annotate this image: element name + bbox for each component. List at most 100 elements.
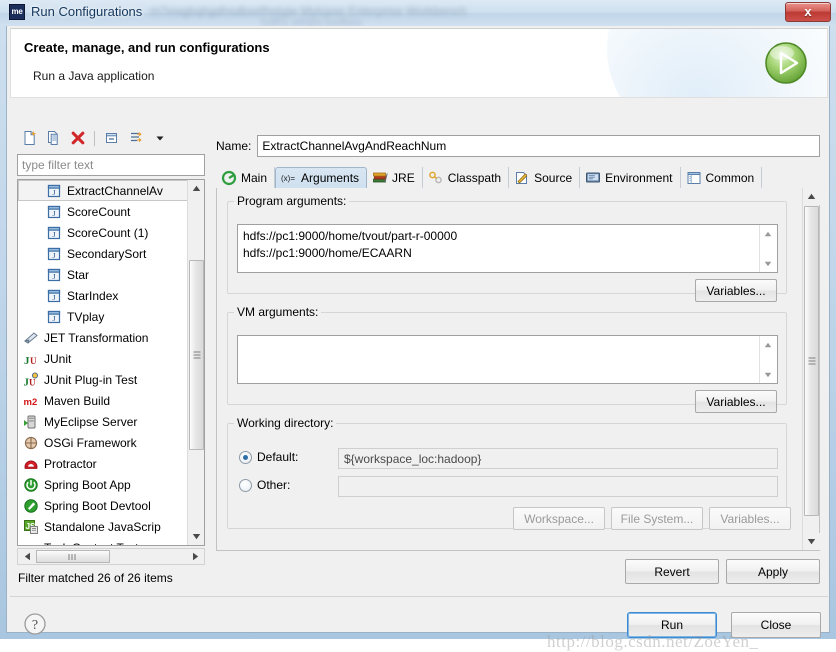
tree-item-tvplay[interactable]: J TVplay [18, 306, 188, 327]
scroll-down-arrow-icon[interactable] [760, 256, 776, 271]
tree-item-junit-plug-in-test[interactable]: JUJUnit Plug-in Test [18, 369, 188, 390]
configuration-name-input[interactable] [257, 135, 820, 157]
duplicate-configuration-icon[interactable] [43, 128, 64, 149]
spring-boot-icon [23, 477, 39, 493]
tab-classpath[interactable]: Classpath [423, 167, 509, 188]
delete-configuration-icon[interactable] [67, 128, 88, 149]
search-input[interactable] [17, 154, 205, 176]
java-launch-icon: J [46, 183, 62, 199]
window-title: Run Configurations [31, 4, 142, 19]
tab-label: Environment [605, 171, 672, 185]
tab-main[interactable]: Main [216, 167, 275, 188]
scroll-up-arrow-icon[interactable] [760, 337, 776, 352]
svg-text:J: J [53, 314, 56, 323]
tree-item-secondarysort[interactable]: JSecondarySort [18, 243, 188, 264]
tree-item-starindex[interactable]: JStarIndex [18, 285, 188, 306]
working-directory-other-row[interactable]: Other: [239, 478, 290, 492]
tree-item-protractor[interactable]: Protractor [18, 453, 188, 474]
svg-text:J: J [53, 209, 56, 218]
tree-item-star[interactable]: JStar [18, 264, 188, 285]
footer-divider [10, 596, 828, 597]
configuration-tabs: Main (x)=Arguments JRE ClasspathSource Envir… [216, 167, 820, 189]
tab-label: Main [241, 171, 267, 185]
tree-item-extractchannelav[interactable]: JExtractChannelAv [18, 180, 188, 201]
filter-configuration-icon[interactable] [125, 128, 146, 149]
run-play-icon [762, 39, 810, 87]
tab-jre[interactable]: JRE [367, 167, 423, 188]
working-directory-default-row[interactable]: Default: [239, 450, 298, 464]
tree-item-task-context-test[interactable]: JUTask Context Test [18, 537, 188, 545]
tab-label: Arguments [301, 171, 359, 185]
view-menu-chevron-icon[interactable] [149, 128, 170, 149]
tree-horizontal-scrollbar[interactable] [17, 548, 205, 565]
tree-item-scorecount[interactable]: JScoreCount [18, 201, 188, 222]
tab-arguments[interactable]: (x)=Arguments [275, 167, 367, 188]
tab-source[interactable]: Source [509, 167, 580, 188]
tree-scrollbar-thumb[interactable] [189, 260, 204, 450]
content-vertical-scrollbar[interactable] [802, 188, 819, 550]
vm-arguments-scrollbar[interactable] [759, 336, 776, 383]
horizontal-scrollbar-thumb[interactable] [36, 550, 110, 563]
tree-item-myeclipse-server[interactable]: MyEclipse Server [18, 411, 188, 432]
tree-item-spring-boot-app[interactable]: Spring Boot App [18, 474, 188, 495]
scroll-down-arrow-icon[interactable] [803, 533, 820, 550]
new-configuration-icon[interactable] [19, 128, 40, 149]
scroll-down-arrow-icon[interactable] [760, 367, 776, 382]
apply-button[interactable]: Apply [726, 559, 820, 584]
tree-item-spring-boot-devtool[interactable]: Spring Boot Devtool [18, 495, 188, 516]
program-arguments-scrollbar[interactable] [759, 225, 776, 272]
scrollbar-grip-icon [69, 554, 78, 560]
tree-vertical-scrollbar[interactable] [187, 180, 204, 545]
revert-button[interactable]: Revert [625, 559, 719, 584]
scroll-left-arrow-icon[interactable] [19, 549, 35, 564]
environment-tab-icon [585, 170, 601, 185]
working-directory-variables-button[interactable]: Variables... [709, 507, 791, 530]
file-system-button[interactable]: File System... [611, 507, 703, 530]
tree-item-osgi-framework[interactable]: OSGi Framework [18, 432, 188, 453]
scroll-up-arrow-icon[interactable] [760, 226, 776, 241]
scroll-right-arrow-icon[interactable] [187, 549, 203, 564]
tab-common[interactable]: Common [681, 167, 763, 188]
close-button[interactable]: Close [731, 612, 821, 638]
scroll-down-arrow-icon[interactable] [188, 528, 205, 545]
other-radio-button[interactable] [239, 479, 252, 492]
svg-text:J: J [53, 188, 56, 197]
vm-arguments-textarea[interactable] [237, 335, 778, 384]
svg-text:?: ? [32, 618, 38, 633]
tree-item-label: Maven Build [44, 394, 110, 408]
tree-item-label: TVplay [67, 310, 104, 324]
scroll-up-arrow-icon[interactable] [188, 180, 205, 197]
program-arguments-variables-button[interactable]: Variables... [695, 279, 777, 302]
tree-item-label: JET Transformation [44, 331, 148, 345]
default-radio-button[interactable] [239, 451, 252, 464]
window-close-button[interactable]: x [785, 2, 831, 22]
content-scroll-viewport: Program arguments: hdfs://pc1:9000/home/… [217, 188, 803, 549]
dialog-heading: Create, manage, and run configurations [24, 40, 270, 55]
svg-text:J: J [53, 293, 56, 302]
working-directory-other-input[interactable] [338, 476, 778, 497]
svg-text:m2: m2 [24, 397, 38, 408]
help-question-icon[interactable]: ? [23, 612, 47, 636]
tree-item-scorecount-1[interactable]: JScoreCount (1) [18, 222, 188, 243]
tab-label: JRE [392, 171, 415, 185]
vm-arguments-variables-button[interactable]: Variables... [695, 390, 777, 413]
workspace-button[interactable]: Workspace... [513, 507, 605, 530]
desktop-window: m7ewgbqhgdhsdbxefhstyjw Mylcpse Enterpri… [0, 0, 836, 639]
scroll-up-arrow-icon[interactable] [803, 188, 820, 205]
content-scrollbar-thumb[interactable] [804, 206, 819, 516]
launch-configurations-tree[interactable]: JExtractChannelAvJScoreCountJScoreCount … [17, 179, 205, 546]
name-label: Name: [216, 139, 251, 153]
working-directory-group: Working directory: Default: ${workspace_… [227, 416, 787, 529]
tree-item-label: Standalone JavaScrip [44, 520, 161, 534]
svg-text:J: J [53, 251, 56, 260]
osgi-icon [23, 435, 39, 451]
tab-environment[interactable]: Environment [580, 167, 680, 188]
working-directory-default-value: ${workspace_loc:hadoop} [338, 448, 778, 469]
program-arguments-textarea[interactable]: hdfs://pc1:9000/home/tvout/part-r-00000 … [237, 224, 778, 273]
tree-item-standalone-javascrip[interactable]: JSStandalone JavaScrip [18, 516, 188, 537]
collapse-all-icon[interactable] [101, 128, 122, 149]
run-button[interactable]: Run [627, 612, 717, 638]
tree-item-junit[interactable]: JUJUnit [18, 348, 188, 369]
tree-item-maven-build[interactable]: m2 Maven Build [18, 390, 188, 411]
tree-item-jet-transformation[interactable]: JET Transformation [18, 327, 188, 348]
